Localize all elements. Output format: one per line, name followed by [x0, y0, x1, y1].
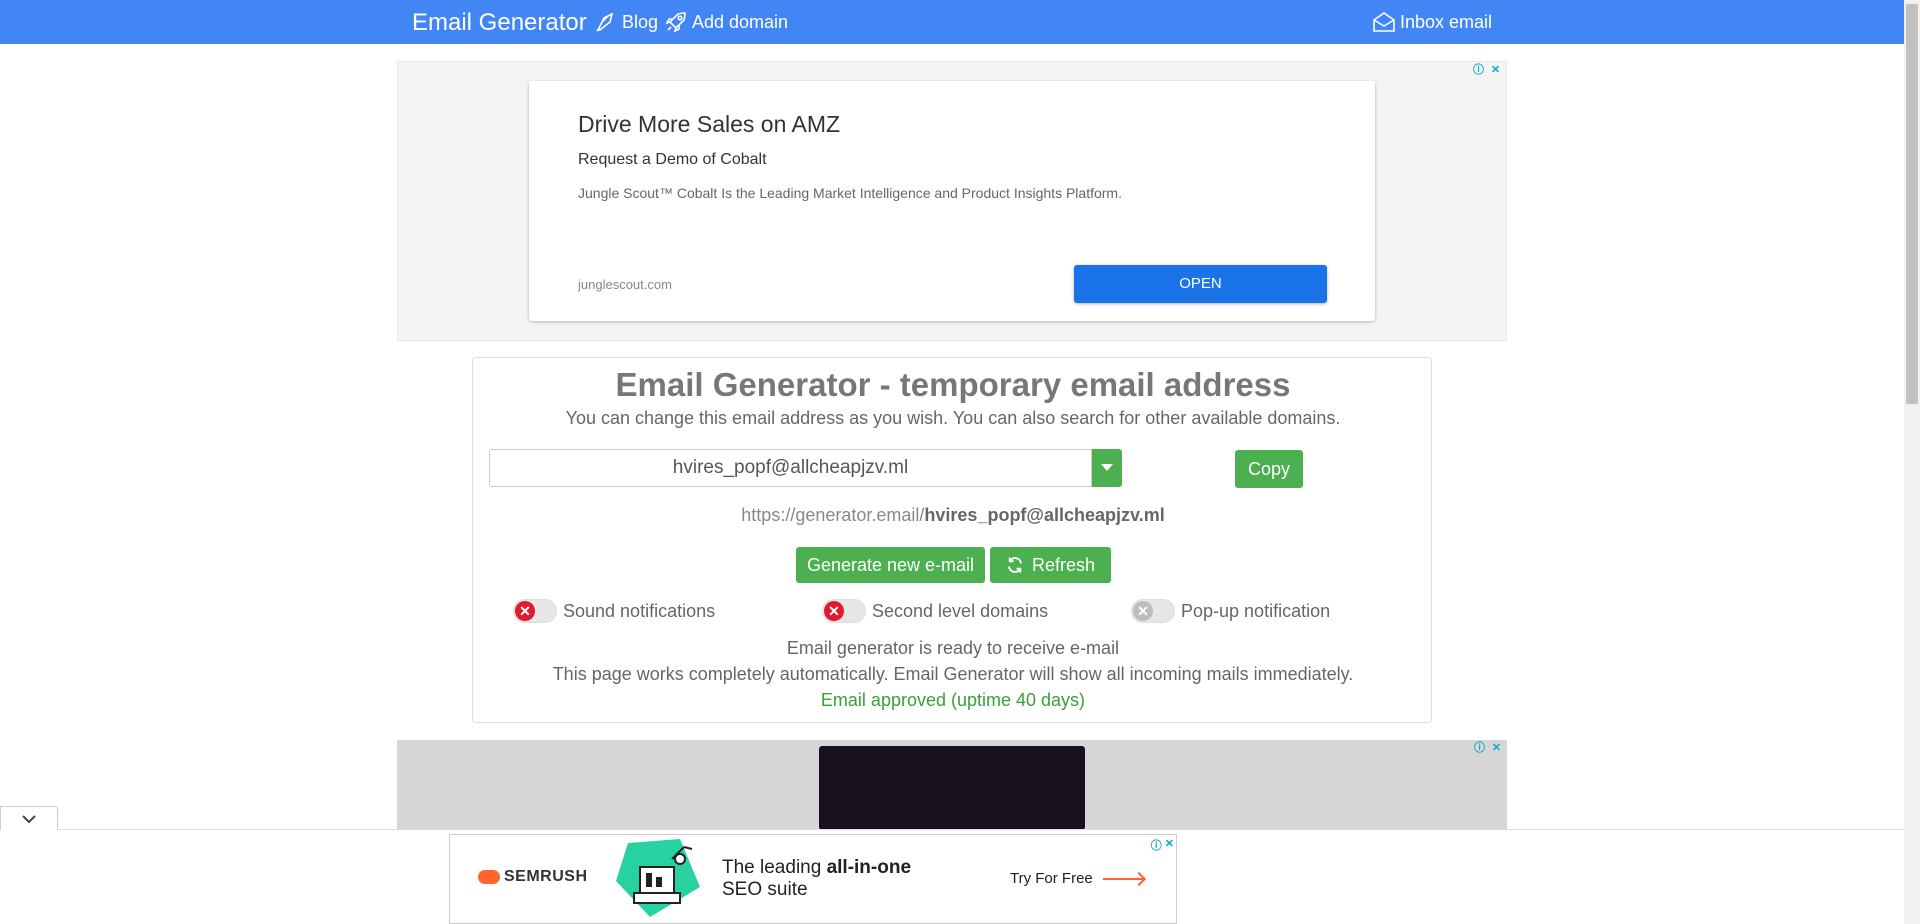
- toggle-sound-notifications[interactable]: ✕ Sound notifications: [513, 599, 715, 623]
- sound-toggle-label: Sound notifications: [563, 600, 716, 621]
- page-subtitle: You can change this email address as you…: [565, 408, 1341, 428]
- status-auto: This page works completely automatically…: [552, 664, 1354, 684]
- ad-info-icon[interactable]: ⓘ: [1151, 837, 1162, 853]
- email-url-prefix: https://generator.email/: [741, 505, 925, 525]
- nav-add-domain-label: Add domain: [692, 11, 789, 32]
- scrollbar-thumb[interactable]: [1906, 4, 1918, 404]
- page: Email Generator Blog Add domain Inbox em…: [0, 0, 1920, 924]
- refresh-label: Refresh: [1031, 555, 1096, 575]
- refresh-button[interactable]: Refresh: [990, 547, 1111, 583]
- second-level-toggle-switch[interactable]: ✕: [822, 599, 866, 623]
- ad-badge[interactable]: ⓘ ✕: [1472, 64, 1502, 77]
- ad-badge[interactable]: ⓘ ✕: [1151, 837, 1174, 853]
- email-generator-panel: Email Generator - temporary email addres…: [472, 357, 1432, 723]
- bottom-banner-ad[interactable]: SEMRUSH The leading all-in-one SEO suite…: [449, 834, 1177, 924]
- toggle-off-icon: ✕: [515, 601, 535, 621]
- ad-card[interactable]: Drive More Sales on AMZ Request a Demo o…: [529, 81, 1375, 321]
- ad-info-icon[interactable]: ⓘ: [1473, 742, 1486, 755]
- toggle-second-level-domains[interactable]: ✕ Second level domains: [822, 599, 1048, 623]
- ad-close-icon[interactable]: ✕: [1490, 742, 1503, 755]
- semrush-logo[interactable]: SEMRUSH: [478, 868, 588, 886]
- top-navbar: Email Generator Blog Add domain Inbox em…: [0, 0, 1904, 44]
- nav-add-domain[interactable]: Add domain: [664, 10, 788, 34]
- ad-headline-bold: all-in-one: [826, 857, 912, 878]
- chevron-down-icon: [22, 815, 36, 824]
- ad-close-icon[interactable]: ✕: [1165, 837, 1174, 853]
- toggle-popup-notification[interactable]: ✕ Pop-up notification: [1131, 599, 1330, 623]
- status-ready: Email generator is ready to receive e-ma…: [786, 638, 1120, 658]
- popup-toggle-switch[interactable]: ✕: [1131, 599, 1175, 623]
- email-address-input[interactable]: hvires_popf@allcheapjzv.ml: [489, 449, 1092, 487]
- popup-toggle-label: Pop-up notification: [1181, 600, 1331, 621]
- blog-icon: [596, 12, 614, 32]
- envelope-icon: [1373, 12, 1395, 32]
- brand-link[interactable]: Email Generator: [412, 9, 587, 37]
- ad-headline-normal: The leading: [722, 857, 827, 878]
- ad-domain[interactable]: junglescout.com: [578, 277, 672, 292]
- ad-open-button[interactable]: OPEN: [1074, 265, 1327, 303]
- ad-badge[interactable]: ⓘ ✕: [1473, 742, 1503, 755]
- rocket-icon: [665, 12, 686, 33]
- ad-close-icon[interactable]: ✕: [1489, 64, 1502, 77]
- ad-headline[interactable]: The leading all-in-one SEO suite: [722, 857, 911, 901]
- email-url[interactable]: https://generator.email/hvires_popf@allc…: [473, 505, 1433, 526]
- video-advertisement[interactable]: ⓘ ✕: [397, 740, 1507, 830]
- arrow-right-icon: [1102, 877, 1143, 880]
- page-scrollbar[interactable]: [1904, 0, 1920, 924]
- status-approved: Email approved (uptime 40 days): [820, 690, 1086, 710]
- seo-illustration-icon: [616, 839, 700, 917]
- try-for-free-label: Try For Free: [1010, 870, 1093, 887]
- second-level-toggle-label: Second level domains: [872, 600, 1049, 621]
- email-url-address: hvires_popf@allcheapjzv.ml: [924, 505, 1165, 525]
- ad-headline-line2: SEO suite: [722, 879, 808, 900]
- sound-toggle-switch[interactable]: ✕: [513, 599, 557, 623]
- ad-description: Jungle Scout™ Cobalt Is the Leading Mark…: [578, 185, 1122, 201]
- try-for-free-link[interactable]: Try For Free: [1010, 870, 1143, 887]
- generate-new-email-button[interactable]: Generate new e-mail: [796, 547, 985, 583]
- nav-inbox-label: Inbox email: [1400, 11, 1493, 32]
- refresh-icon: [1008, 557, 1022, 573]
- ad-title[interactable]: Drive More Sales on AMZ: [578, 111, 840, 138]
- copy-button[interactable]: Copy: [1235, 450, 1303, 488]
- toggle-off-icon: ✕: [824, 601, 844, 621]
- divider: [0, 829, 1904, 830]
- toggle-disabled-icon: ✕: [1133, 601, 1153, 621]
- collapse-ad-button[interactable]: [0, 806, 58, 830]
- chevron-down-icon: [1101, 464, 1113, 471]
- page-title: Email Generator - temporary email addres…: [615, 366, 1291, 403]
- semrush-flame-icon: [478, 870, 500, 884]
- ad-subtitle[interactable]: Request a Demo of Cobalt: [578, 151, 767, 169]
- domain-dropdown-button[interactable]: [1092, 449, 1122, 487]
- semrush-brand: SEMRUSH: [504, 868, 588, 885]
- nav-blog-label: Blog: [622, 11, 659, 32]
- top-advertisement[interactable]: ⓘ ✕ Drive More Sales on AMZ Request a De…: [397, 61, 1507, 341]
- nav-blog[interactable]: Blog: [594, 10, 658, 34]
- ad-video-player[interactable]: [819, 746, 1085, 830]
- nav-inbox[interactable]: Inbox email: [1372, 10, 1492, 34]
- ad-info-icon[interactable]: ⓘ: [1472, 64, 1485, 77]
